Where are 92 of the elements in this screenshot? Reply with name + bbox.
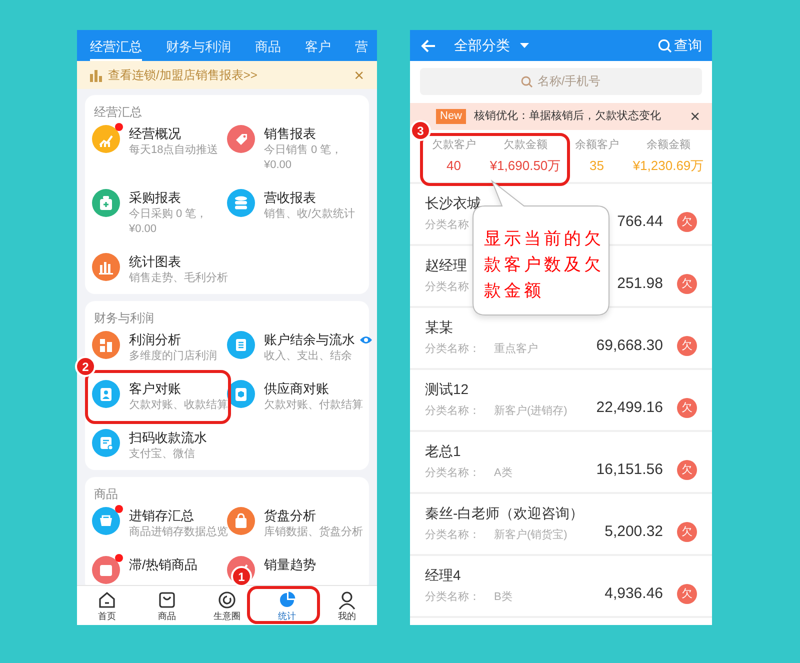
refresh-circle-icon: [217, 590, 237, 610]
stat-label: 余额客户: [574, 138, 619, 153]
eye-icon[interactable]: [359, 335, 373, 345]
stat-label: 余额金额: [646, 138, 690, 153]
debt-amount: 4,936.46: [604, 584, 663, 604]
customer-name[interactable]: 经理4: [425, 564, 512, 586]
menu-item-title[interactable]: 经营概况: [129, 125, 181, 143]
stat-value: ¥1,230.69万: [632, 156, 704, 174]
menu-item-subtitle: 商品进销存数据总览: [129, 525, 228, 540]
menu-item-title[interactable]: 账户结余与流水: [264, 331, 355, 349]
menu-item-title[interactable]: 销量趋势: [264, 556, 316, 574]
category-label: 分类名称：: [425, 404, 480, 418]
nav-tab[interactable]: 统计: [257, 586, 317, 625]
menu-item-subtitle: 每天18点自动推送: [129, 143, 218, 158]
debt-badge: 欠: [677, 212, 697, 232]
category-value: A类: [494, 466, 512, 480]
debt-amount: 22,499.16: [596, 398, 663, 418]
shopping-bag-icon: [157, 590, 177, 610]
category-label: 分类名称: [425, 218, 469, 232]
menu-item-title[interactable]: 采购报表: [129, 189, 181, 207]
pie-chart-icon: [277, 590, 297, 610]
category-label: 分类名称：: [425, 342, 480, 356]
menu-item-title[interactable]: 利润分析: [129, 331, 181, 349]
nav-tab[interactable]: 生意圈: [197, 586, 257, 625]
menu-item-title[interactable]: 营收报表: [264, 189, 316, 207]
close-button[interactable]: ×: [690, 108, 700, 125]
search-icon: [658, 38, 672, 52]
menu-item-subtitle: 销售、收/欠款统计: [264, 207, 356, 222]
section-title: 商品: [93, 486, 119, 503]
customer-name[interactable]: 秦丝-白老师（欢迎咨询）: [425, 502, 584, 524]
customer-name[interactable]: 老总1: [425, 440, 512, 462]
category-label: 分类名称：: [425, 466, 480, 480]
debt-badge: 欠: [677, 398, 697, 418]
nav-tab[interactable]: 商品: [137, 586, 197, 625]
menu-item-title[interactable]: 扫码收款流水: [129, 429, 207, 447]
debt-badge: 欠: [677, 584, 697, 604]
stat-value: 35: [590, 156, 604, 174]
menu-item-subtitle: 今日销售 0 笔，: [264, 143, 342, 158]
caret-icon: [520, 43, 529, 48]
section-title: 财务与利润: [93, 310, 155, 327]
menu-item-title[interactable]: 供应商对账: [264, 380, 329, 398]
new-badge: New: [436, 109, 466, 124]
menu-item-subtitle: 今日采购 0 笔，: [129, 207, 208, 222]
menu-item-subtitle: ¥0.00: [264, 158, 293, 173]
category-value: 新客户(进销存): [494, 404, 568, 418]
search-icon: [521, 76, 533, 88]
home-icon: [97, 590, 117, 610]
debt-amount: 251.98: [617, 274, 663, 294]
category-value: 重点客户: [494, 342, 538, 356]
callout-text: 显示当前的欠款客户数及欠款金额: [484, 228, 605, 302]
category-label: 分类名称：: [425, 590, 480, 604]
menu-item-subtitle: 库销数据、货盘分析: [264, 525, 363, 540]
menu-item-subtitle: 欠款对账、收款结算: [129, 398, 228, 413]
search-field[interactable]: 名称/手机号: [420, 68, 702, 94]
stat-label: 欠款金额: [503, 138, 548, 153]
stat-value: 40: [446, 156, 461, 174]
category-value: 新客户(销货宝): [494, 528, 568, 542]
section-title: 经营汇总: [93, 104, 143, 121]
stat-value: ¥1,690.50万: [490, 156, 561, 174]
category-value: B类: [494, 590, 512, 604]
menu-item-subtitle: 欠款对账、付款结算: [264, 398, 363, 413]
back-arrow-icon[interactable]: [420, 38, 436, 54]
bar-chart-icon: [90, 68, 102, 82]
menu-item-subtitle: 多维度的门店利润: [129, 349, 217, 364]
menu-item-subtitle: 销售走势、毛利分析: [129, 271, 228, 286]
debt-amount: 766.44: [617, 212, 663, 232]
debt-badge: 欠: [677, 274, 697, 294]
debt-amount: 69,668.30: [596, 336, 663, 356]
menu-item-title[interactable]: 货盘分析: [264, 507, 316, 525]
menu-item-title[interactable]: 进销存汇总: [129, 507, 194, 525]
customer-name[interactable]: 赵经理: [425, 254, 469, 276]
menu-item-subtitle: 支付宝、微信: [129, 447, 196, 462]
debt-amount: 5,200.32: [604, 522, 663, 542]
debt-badge: 欠: [677, 522, 697, 542]
menu-item-title[interactable]: 客户对账: [129, 380, 181, 398]
menu-item-title[interactable]: 滞/热销商品: [129, 556, 198, 574]
category-label: 分类名称：: [425, 528, 480, 542]
menu-item-subtitle: 收入、支出、结余: [264, 349, 353, 364]
customer-name[interactable]: 某某: [425, 316, 538, 338]
debt-badge: 欠: [677, 336, 697, 356]
category-label: 分类名称: [425, 280, 469, 294]
menu-item-title[interactable]: 统计图表: [129, 253, 181, 271]
customer-name[interactable]: 测试12: [425, 378, 568, 400]
person-icon: [337, 590, 357, 610]
menu-item-subtitle: ¥0.00: [129, 222, 158, 237]
nav-tab[interactable]: 我的: [317, 586, 377, 625]
stat-label: 欠款客户: [432, 138, 476, 153]
nav-tab[interactable]: 首页: [77, 586, 137, 625]
notice-text: 核销优化：单据核销后，欠款状态变化: [474, 108, 662, 124]
menu-item-title[interactable]: 销售报表: [264, 125, 316, 143]
debt-amount: 16,151.56: [596, 460, 663, 480]
debt-badge: 欠: [677, 460, 697, 480]
